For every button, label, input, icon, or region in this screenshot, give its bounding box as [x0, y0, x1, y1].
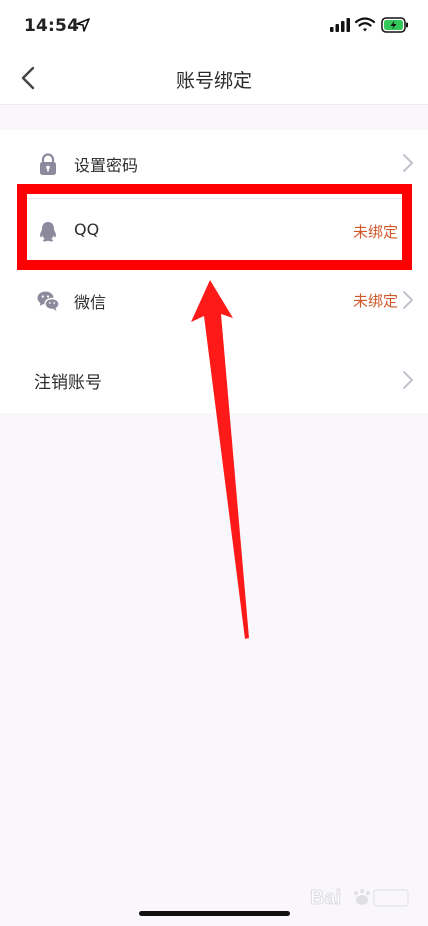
- cellular-signal-icon: [330, 18, 350, 32]
- qq-status: 未绑定: [352, 223, 398, 241]
- baidu-watermark-logo: Bai: [310, 887, 409, 909]
- svg-text:Bai: Bai: [310, 887, 341, 909]
- home-indicator[interactable]: [139, 911, 290, 916]
- page-title: 账号绑定: [175, 70, 252, 92]
- cancel-account-row[interactable]: 注销账号: [0, 348, 428, 413]
- status-bar: 14:54: [0, 0, 428, 52]
- chevron-right-icon: [403, 154, 413, 172]
- lock-icon: [40, 153, 56, 175]
- nav-bar: 账号绑定: [0, 52, 428, 105]
- status-time: 14:54: [24, 16, 80, 36]
- battery-charging-icon: [381, 17, 408, 33]
- qq-penguin-icon: [40, 222, 56, 242]
- set-password-row[interactable]: 设置密码: [0, 130, 428, 198]
- wechat-status: 未绑定: [352, 292, 398, 310]
- qq-label: QQ: [74, 220, 100, 239]
- chevron-right-icon: [403, 291, 413, 309]
- binding-list: 设置密码 QQ 未绑定 微信 未绑定: [0, 130, 428, 348]
- wechat-label: 微信: [74, 293, 107, 312]
- account-actions: 注销账号: [0, 348, 428, 413]
- cancel-account-label: 注销账号: [34, 373, 102, 393]
- wechat-binding-row[interactable]: 微信 未绑定: [0, 267, 428, 335]
- set-password-label: 设置密码: [74, 156, 139, 175]
- location-arrow-icon: [76, 18, 90, 32]
- wifi-icon: [355, 17, 375, 32]
- wechat-icon: [37, 291, 60, 311]
- chevron-right-icon: [403, 371, 413, 389]
- qq-binding-row[interactable]: QQ 未绑定: [0, 198, 428, 266]
